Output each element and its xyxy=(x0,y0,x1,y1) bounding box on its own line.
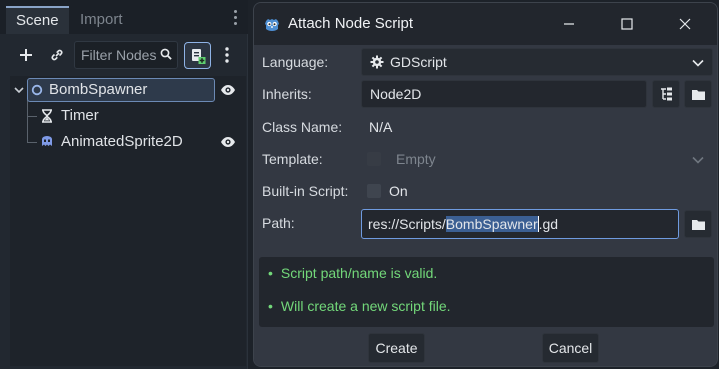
visibility-eye-icon[interactable] xyxy=(220,84,236,96)
close-icon xyxy=(679,18,691,30)
tab-import[interactable]: Import xyxy=(70,6,133,34)
chevron-down-icon xyxy=(692,156,704,164)
template-dropdown[interactable]: Empty xyxy=(387,145,713,173)
minimize-button[interactable] xyxy=(547,3,591,45)
instance-scene-button[interactable] xyxy=(45,42,69,68)
scene-toolbar: Filter Nodes xyxy=(0,36,248,74)
dock-menu-icon[interactable] xyxy=(233,10,239,26)
tree-item-label: BombSpawner xyxy=(49,81,148,98)
template-checkbox[interactable] xyxy=(367,152,381,166)
path-prefix: res://Scripts/ xyxy=(368,216,446,232)
language-label: Language: xyxy=(262,54,329,70)
path-input[interactable]: res://Scripts/BombSpawner.gd xyxy=(361,209,679,239)
status-path-valid: • Script path/name is valid. xyxy=(268,263,437,283)
gear-icon xyxy=(370,55,384,69)
path-label: Path: xyxy=(262,215,295,231)
dialog-titlebar[interactable]: Attach Node Script xyxy=(254,3,717,45)
language-dropdown[interactable]: GDScript xyxy=(361,48,713,76)
create-button[interactable]: Create xyxy=(368,333,425,363)
class-tree-icon xyxy=(661,87,672,101)
dock-tabbar: Scene Import xyxy=(0,0,248,34)
template-value: Empty xyxy=(396,151,436,167)
tree-item-bombspawner[interactable]: BombSpawner xyxy=(10,78,246,102)
filter-placeholder: Filter Nodes xyxy=(81,47,157,63)
builtin-script-checkbox[interactable] xyxy=(367,184,381,198)
scene-tree: BombSpawner Timer AnimatedSprite2D xyxy=(10,76,246,366)
more-icon xyxy=(225,47,229,63)
sprite-icon xyxy=(42,136,52,146)
close-button[interactable] xyxy=(663,3,707,45)
tab-scene[interactable]: Scene xyxy=(6,6,69,34)
godot-logo-icon xyxy=(265,19,279,31)
status-bullet: • xyxy=(268,265,273,281)
scene-dock: Scene Import Filter Nodes BombSpawner Ti… xyxy=(0,0,248,369)
link-icon xyxy=(51,49,63,61)
dialog-title: Attach Node Script xyxy=(288,15,414,32)
inherits-value: Node2D xyxy=(370,86,422,102)
status-bullet: • xyxy=(268,298,273,314)
attach-script-button[interactable] xyxy=(184,42,211,69)
path-selected-text: BombSpawner xyxy=(445,216,538,232)
language-value: GDScript xyxy=(390,54,447,70)
attach-node-script-dialog: Attach Node Script Language: GDScript In… xyxy=(253,2,718,367)
builtin-script-label: Built-in Script: xyxy=(262,183,349,199)
node2d-icon xyxy=(31,84,43,96)
visibility-eye-icon[interactable] xyxy=(220,136,236,148)
attach-script-icon xyxy=(191,48,205,64)
filter-nodes-input[interactable]: Filter Nodes xyxy=(74,41,178,69)
dialog-body: Language: GDScript Inherits: Node2D Clas… xyxy=(254,45,717,366)
status-text: Will create a new script file. xyxy=(280,298,451,314)
inherits-browse-button[interactable] xyxy=(684,80,712,108)
inherits-tree-button[interactable] xyxy=(652,80,680,108)
tree-item-timer[interactable]: Timer xyxy=(10,104,246,128)
folder-icon xyxy=(691,89,705,100)
class-name-value: N/A xyxy=(369,119,393,135)
class-name-label: Class Name: xyxy=(262,119,343,135)
path-browse-button[interactable] xyxy=(684,210,712,238)
template-label: Template: xyxy=(262,151,323,167)
status-text: Script path/name is valid. xyxy=(280,265,438,281)
tree-item-label: Timer xyxy=(61,107,99,124)
add-icon xyxy=(20,49,32,61)
path-suffix: .gd xyxy=(538,216,559,232)
hourglass-icon xyxy=(42,109,52,123)
tree-item-label: AnimatedSprite2D xyxy=(61,133,183,150)
tree-item-animatedsprite2d[interactable]: AnimatedSprite2D xyxy=(10,130,246,154)
validation-status-panel: • Script path/name is valid. • Will create… xyxy=(259,257,714,327)
minimize-icon xyxy=(564,23,574,25)
maximize-button[interactable] xyxy=(605,3,649,45)
add-node-button[interactable] xyxy=(14,42,38,68)
collapse-arrow-icon[interactable] xyxy=(14,87,24,94)
scene-more-button[interactable] xyxy=(219,42,235,68)
inherits-label: Inherits: xyxy=(262,86,312,102)
maximize-icon xyxy=(621,18,633,30)
folder-icon xyxy=(691,219,705,230)
chevron-down-icon xyxy=(692,59,704,67)
cancel-button[interactable]: Cancel xyxy=(542,333,599,363)
search-icon xyxy=(160,48,172,60)
builtin-script-value: On xyxy=(389,183,408,199)
status-new-file: • Will create a new script file. xyxy=(268,296,451,316)
inherits-input[interactable]: Node2D xyxy=(361,80,647,108)
